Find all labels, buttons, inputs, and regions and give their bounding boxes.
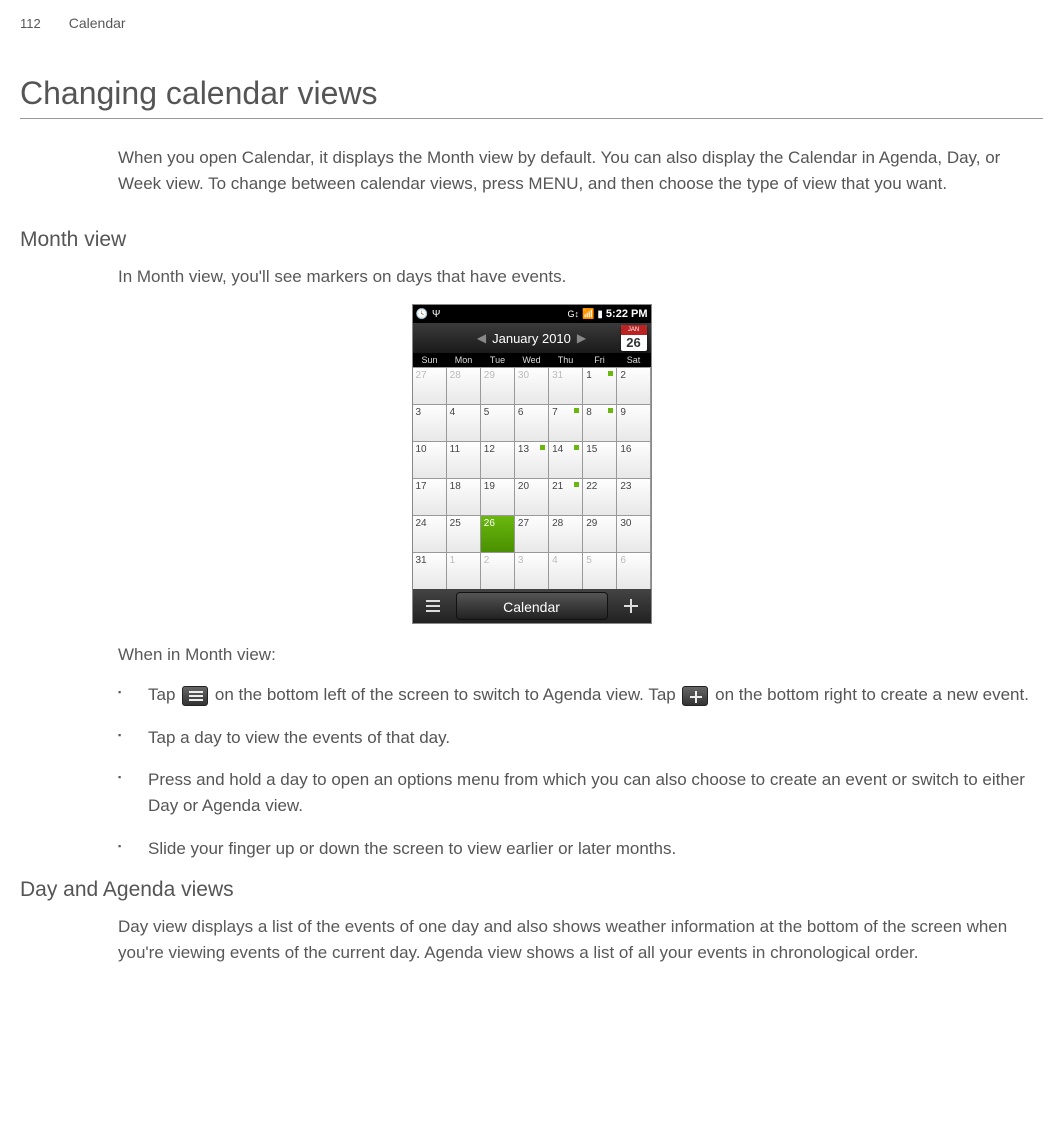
- calendar-day[interactable]: 31: [413, 553, 446, 589]
- calendar-day[interactable]: 17: [413, 479, 446, 515]
- calendar-day[interactable]: 2: [617, 368, 650, 404]
- dow-cell: Sat: [617, 353, 651, 367]
- calendar-day[interactable]: 12: [481, 442, 514, 478]
- plus-icon: [682, 686, 708, 706]
- calendar-day[interactable]: 28: [447, 368, 480, 404]
- calendar-day[interactable]: 10: [413, 442, 446, 478]
- event-marker: [574, 445, 579, 450]
- calendar-day[interactable]: 15: [583, 442, 616, 478]
- calendar-day[interactable]: 28: [549, 516, 582, 552]
- intro-text: When you open Calendar, it displays the …: [118, 145, 1043, 198]
- calendar-day[interactable]: 29: [481, 368, 514, 404]
- bullet-2: Tap a day to view the events of that day…: [118, 725, 1043, 751]
- signal-icon: 📶: [582, 309, 594, 320]
- chapter-title: Calendar: [69, 15, 126, 31]
- dow-cell: Thu: [549, 353, 583, 367]
- bottom-bar: Calendar: [413, 589, 651, 623]
- event-marker: [608, 371, 613, 376]
- page-number: 112: [20, 16, 41, 31]
- calendar-day[interactable]: 30: [617, 516, 650, 552]
- dow-cell: Mon: [447, 353, 481, 367]
- dow-cell: Wed: [515, 353, 549, 367]
- calendar-day[interactable]: 19: [481, 479, 514, 515]
- calendar-day[interactable]: 4: [549, 553, 582, 589]
- phone-screenshot: 🕓 Ψ G↕ 📶 ▮ 5:22 PM ◀ January 2010 ▶ JAN …: [412, 304, 652, 624]
- event-marker: [608, 408, 613, 413]
- add-button[interactable]: [611, 589, 651, 623]
- badge-month: JAN: [621, 325, 647, 335]
- when-month-view-label: When in Month view:: [118, 642, 1043, 668]
- badge-day: 26: [626, 335, 640, 350]
- page-header: 112 Calendar: [20, 15, 1043, 31]
- prev-month-icon[interactable]: ◀: [471, 331, 492, 345]
- clock-icon: 🕓: [416, 309, 428, 320]
- calendar-day[interactable]: 8: [583, 405, 616, 441]
- calendar-day[interactable]: 1: [447, 553, 480, 589]
- dow-cell: Fri: [583, 353, 617, 367]
- calendar-day[interactable]: 5: [481, 405, 514, 441]
- calendar-day[interactable]: 22: [583, 479, 616, 515]
- calendar-day[interactable]: 26: [481, 516, 514, 552]
- battery-icon: ▮: [597, 309, 603, 320]
- calendar-day[interactable]: 30: [515, 368, 548, 404]
- calendar-day[interactable]: 4: [447, 405, 480, 441]
- list-icon: [424, 597, 442, 615]
- calendar-day[interactable]: 23: [617, 479, 650, 515]
- event-marker: [574, 482, 579, 487]
- calendar-day[interactable]: 6: [515, 405, 548, 441]
- bullet-list: Tap on the bottom left of the screen to …: [118, 682, 1043, 862]
- calendar-day[interactable]: 29: [583, 516, 616, 552]
- calendar-day[interactable]: 5: [583, 553, 616, 589]
- calendar-day[interactable]: 18: [447, 479, 480, 515]
- status-time: 5:22 PM: [606, 308, 648, 320]
- calendar-day[interactable]: 3: [515, 553, 548, 589]
- calendar-day[interactable]: 14: [549, 442, 582, 478]
- calendar-day[interactable]: 7: [549, 405, 582, 441]
- bullet-1: Tap on the bottom left of the screen to …: [118, 682, 1043, 708]
- calendar-day[interactable]: 20: [515, 479, 548, 515]
- month-view-desc: In Month view, you'll see markers on day…: [118, 264, 1043, 290]
- day-agenda-heading: Day and Agenda views: [20, 878, 1043, 902]
- month-header[interactable]: ◀ January 2010 ▶ JAN 26: [413, 323, 651, 353]
- calendar-day[interactable]: 24: [413, 516, 446, 552]
- event-marker: [540, 445, 545, 450]
- calendar-day[interactable]: 3: [413, 405, 446, 441]
- calendar-day[interactable]: 9: [617, 405, 650, 441]
- calendar-day[interactable]: 21: [549, 479, 582, 515]
- plus-icon: [622, 597, 640, 615]
- list-icon: [182, 686, 208, 706]
- page-title: Changing calendar views: [20, 75, 1043, 119]
- dow-cell: Tue: [481, 353, 515, 367]
- bullet-4: Slide your finger up or down the screen …: [118, 836, 1043, 862]
- g-icon: G↕: [567, 309, 579, 319]
- calendar-day[interactable]: 1: [583, 368, 616, 404]
- dow-cell: Sun: [413, 353, 447, 367]
- today-badge[interactable]: JAN 26: [621, 325, 647, 351]
- bullet-3: Press and hold a day to open an options …: [118, 767, 1043, 820]
- calendar-day[interactable]: 11: [447, 442, 480, 478]
- screenshot-container: 🕓 Ψ G↕ 📶 ▮ 5:22 PM ◀ January 2010 ▶ JAN …: [20, 304, 1043, 624]
- next-month-icon[interactable]: ▶: [571, 331, 592, 345]
- status-bar: 🕓 Ψ G↕ 📶 ▮ 5:22 PM: [413, 305, 651, 323]
- calendar-day[interactable]: 13: [515, 442, 548, 478]
- calendar-day[interactable]: 16: [617, 442, 650, 478]
- calendar-day[interactable]: 6: [617, 553, 650, 589]
- month-view-heading: Month view: [20, 228, 1043, 252]
- event-marker: [574, 408, 579, 413]
- calendar-day[interactable]: 2: [481, 553, 514, 589]
- calendar-day[interactable]: 27: [515, 516, 548, 552]
- usb-icon: Ψ: [432, 309, 440, 320]
- day-agenda-desc: Day view displays a list of the events o…: [118, 914, 1043, 967]
- calendar-day[interactable]: 31: [549, 368, 582, 404]
- dow-row: SunMonTueWedThuFriSat: [413, 353, 651, 367]
- month-title: January 2010: [492, 331, 571, 346]
- calendar-grid[interactable]: 2728293031123456789101112131415161718192…: [413, 367, 651, 589]
- calendar-day[interactable]: 27: [413, 368, 446, 404]
- calendar-day[interactable]: 25: [447, 516, 480, 552]
- bottom-bar-title[interactable]: Calendar: [456, 592, 608, 620]
- agenda-button[interactable]: [413, 589, 453, 623]
